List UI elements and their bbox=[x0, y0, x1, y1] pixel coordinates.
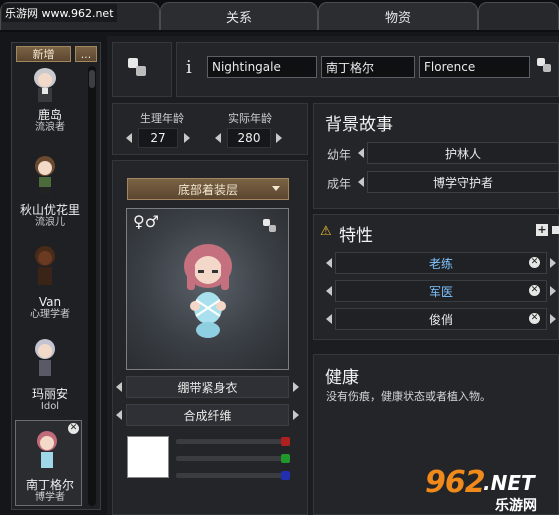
sidebar-scrollbar[interactable] bbox=[88, 66, 96, 506]
info-icon[interactable]: i bbox=[186, 57, 192, 78]
colonist-portrait-1[interactable] bbox=[33, 66, 57, 106]
site-watermark: 962 .NET 乐游网 bbox=[425, 465, 557, 514]
first-name-field[interactable]: Nightingale bbox=[207, 56, 317, 78]
colonist-entry[interactable]: 秋山优花里 流浪儿 bbox=[14, 203, 86, 229]
colonist-role: 流浪者 bbox=[35, 122, 65, 133]
remove-trait-icon[interactable]: ✕ bbox=[529, 257, 540, 268]
watermark-logo-text: 乐游网 bbox=[495, 498, 537, 514]
colonist-name: 玛丽安 bbox=[31, 387, 68, 401]
apparel-prev-arrow[interactable] bbox=[116, 382, 122, 392]
trait-next-arrow[interactable] bbox=[550, 258, 556, 268]
warning-icon[interactable]: ⚠ bbox=[320, 224, 332, 239]
trait-next-arrow[interactable] bbox=[550, 286, 556, 296]
add-colonist-button[interactable]: 新增 bbox=[16, 46, 71, 62]
red-slider[interactable] bbox=[176, 439, 288, 444]
health-title: 健康 bbox=[325, 368, 359, 388]
bio-age-value[interactable]: 27 bbox=[138, 128, 178, 148]
adulthood-value[interactable]: 博学守护者 bbox=[367, 171, 559, 193]
randomize-appearance-icon[interactable] bbox=[263, 219, 281, 237]
colonist-name: 鹿岛 bbox=[37, 108, 62, 122]
apparel-material[interactable]: 合成纤维 bbox=[126, 404, 289, 426]
colonist-role: 心理学者 bbox=[30, 309, 70, 320]
colonist-portrait-2[interactable] bbox=[33, 155, 57, 199]
randomize-dice-icon[interactable] bbox=[128, 58, 146, 76]
colonist-role: 博学者 bbox=[35, 492, 65, 503]
green-slider-knob[interactable] bbox=[281, 454, 290, 463]
adulthood-prev-arrow[interactable] bbox=[358, 177, 364, 187]
trait-item[interactable]: 军医 bbox=[335, 280, 547, 302]
blue-slider[interactable] bbox=[176, 473, 288, 478]
apparel-layer-dropdown[interactable]: 底部着装层 bbox=[127, 178, 289, 200]
trait-prev-arrow[interactable] bbox=[326, 286, 332, 296]
traits-title: 特性 bbox=[339, 226, 373, 246]
gender-icon[interactable]: ♀♂ bbox=[133, 212, 159, 231]
childhood-value[interactable]: 护林人 bbox=[367, 142, 559, 164]
material-next-arrow[interactable] bbox=[293, 410, 299, 420]
tab-relations[interactable]: 关系 bbox=[160, 2, 318, 30]
health-status-text: 没有伤痕，健康状态或者植入物。 bbox=[326, 390, 491, 403]
trait-item[interactable]: 老练 bbox=[335, 252, 547, 274]
chrono-age-decrease[interactable] bbox=[215, 133, 221, 143]
watermark-top: 乐游网 www.962.net bbox=[2, 4, 117, 22]
apparel-layer-label: 底部着装层 bbox=[177, 182, 238, 197]
watermark-logo-number: 962 bbox=[425, 465, 486, 500]
remove-trait-icon[interactable]: ✕ bbox=[529, 285, 540, 296]
childhood-prev-arrow[interactable] bbox=[358, 148, 364, 158]
chevron-down-icon bbox=[272, 186, 280, 191]
trait-extra-icon[interactable] bbox=[552, 226, 559, 234]
trait-prev-arrow[interactable] bbox=[326, 258, 332, 268]
pawn-preview-image bbox=[178, 238, 238, 348]
chrono-age-value[interactable]: 280 bbox=[227, 128, 271, 148]
bio-age-decrease[interactable] bbox=[126, 133, 132, 143]
trait-next-arrow[interactable] bbox=[550, 314, 556, 324]
blue-slider-knob[interactable] bbox=[281, 471, 290, 480]
remove-trait-icon[interactable]: ✕ bbox=[529, 313, 540, 324]
green-slider[interactable] bbox=[176, 456, 288, 461]
last-name-field[interactable]: Florence bbox=[419, 56, 530, 78]
add-trait-icon[interactable]: + bbox=[536, 224, 548, 236]
watermark-logo-domain: .NET bbox=[483, 471, 535, 495]
colonist-portrait-5[interactable] bbox=[35, 430, 59, 474]
apparel-next-arrow[interactable] bbox=[293, 382, 299, 392]
nickname-field[interactable]: 南丁格尔 bbox=[321, 56, 415, 78]
colonist-portrait-3[interactable] bbox=[33, 245, 57, 289]
material-prev-arrow[interactable] bbox=[116, 410, 122, 420]
sidebar-scroll-thumb[interactable] bbox=[89, 70, 95, 88]
colonist-entry[interactable]: 南丁格尔 博学者 bbox=[14, 478, 86, 504]
randomize-name-icon[interactable] bbox=[537, 58, 555, 76]
adulthood-label: 成年 bbox=[327, 177, 352, 191]
trait-item[interactable]: 俊俏 bbox=[335, 308, 547, 330]
colonist-name: 南丁格尔 bbox=[25, 478, 74, 492]
colonist-role: 流浪儿 bbox=[35, 217, 65, 228]
color-swatch[interactable] bbox=[127, 436, 169, 478]
bio-age-label: 生理年龄 bbox=[140, 112, 184, 125]
colonist-name: Van bbox=[38, 295, 62, 309]
apparel-item[interactable]: 绷带紧身衣 bbox=[126, 376, 289, 398]
chrono-age-label: 实际年龄 bbox=[228, 112, 272, 125]
tab-extra[interactable] bbox=[478, 2, 559, 30]
chrono-age-increase[interactable] bbox=[276, 133, 282, 143]
colonist-entry[interactable]: Van 心理学者 bbox=[14, 295, 86, 321]
bio-age-increase[interactable] bbox=[184, 133, 190, 143]
remove-colonist-icon[interactable]: ✕ bbox=[68, 423, 79, 434]
trait-prev-arrow[interactable] bbox=[326, 314, 332, 324]
colonist-entry[interactable]: 玛丽安 Idol bbox=[14, 387, 86, 413]
colonist-entry[interactable]: 鹿岛 流浪者 bbox=[14, 108, 86, 134]
tab-gear[interactable]: 物资 bbox=[318, 2, 478, 30]
colonist-portrait-4[interactable] bbox=[33, 338, 57, 382]
colonist-name: 秋山优花里 bbox=[19, 203, 80, 217]
red-slider-knob[interactable] bbox=[281, 437, 290, 446]
childhood-label: 幼年 bbox=[327, 148, 352, 162]
backstory-title: 背景故事 bbox=[325, 115, 393, 135]
more-button[interactable]: ... bbox=[75, 46, 97, 62]
colonist-role: Idol bbox=[40, 401, 60, 412]
